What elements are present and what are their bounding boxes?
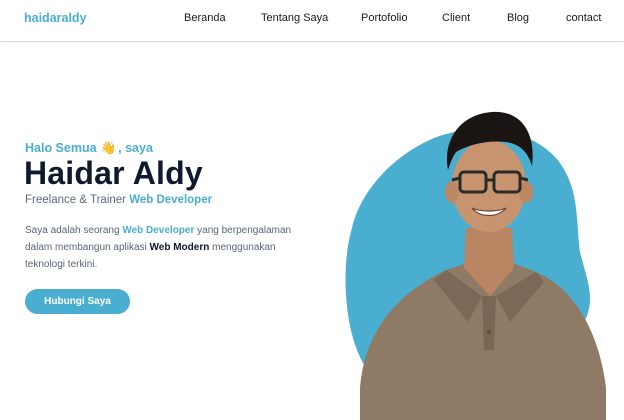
hero-role: Freelance & Trainer Web Developer — [25, 194, 212, 206]
ear-left — [445, 181, 459, 203]
desc-strong-web-modern: Web Modern — [149, 242, 210, 253]
waving-hand-icon: 👋 — [100, 141, 117, 155]
hero-name: Haidar Aldy — [24, 155, 203, 191]
nav-item-contact[interactable]: contact — [566, 12, 601, 24]
contact-me-button[interactable]: Hubungi Saya — [25, 289, 130, 314]
nav-item-client[interactable]: Client — [442, 12, 470, 24]
nav-item-beranda[interactable]: Beranda — [184, 12, 226, 24]
greeting-text: Halo Semua — [25, 141, 97, 155]
desc-accent-web-developer: Web Developer — [122, 225, 195, 236]
hero-greeting: Halo Semua 👋, saya — [25, 141, 153, 156]
nav-item-portofolio[interactable]: Portofolio — [361, 12, 407, 24]
role-prefix: Freelance & Trainer — [25, 194, 126, 206]
greeting-suffix: , saya — [118, 141, 153, 155]
face — [452, 140, 526, 232]
desc-part1: Saya adalah seorang — [25, 225, 120, 236]
site-logo[interactable]: haidaraldy — [24, 11, 87, 25]
nav-item-tentang-saya[interactable]: Tentang Saya — [261, 12, 328, 24]
navbar: haidaraldy Beranda Tentang Saya Portofol… — [0, 0, 624, 42]
placket — [482, 296, 496, 350]
hero-description: Saya adalah seorang Web Developer yang b… — [25, 222, 310, 273]
role-accent: Web Developer — [129, 194, 213, 206]
shirt-button — [487, 330, 491, 334]
profile-portrait — [345, 111, 606, 420]
nav-item-blog[interactable]: Blog — [507, 12, 529, 24]
